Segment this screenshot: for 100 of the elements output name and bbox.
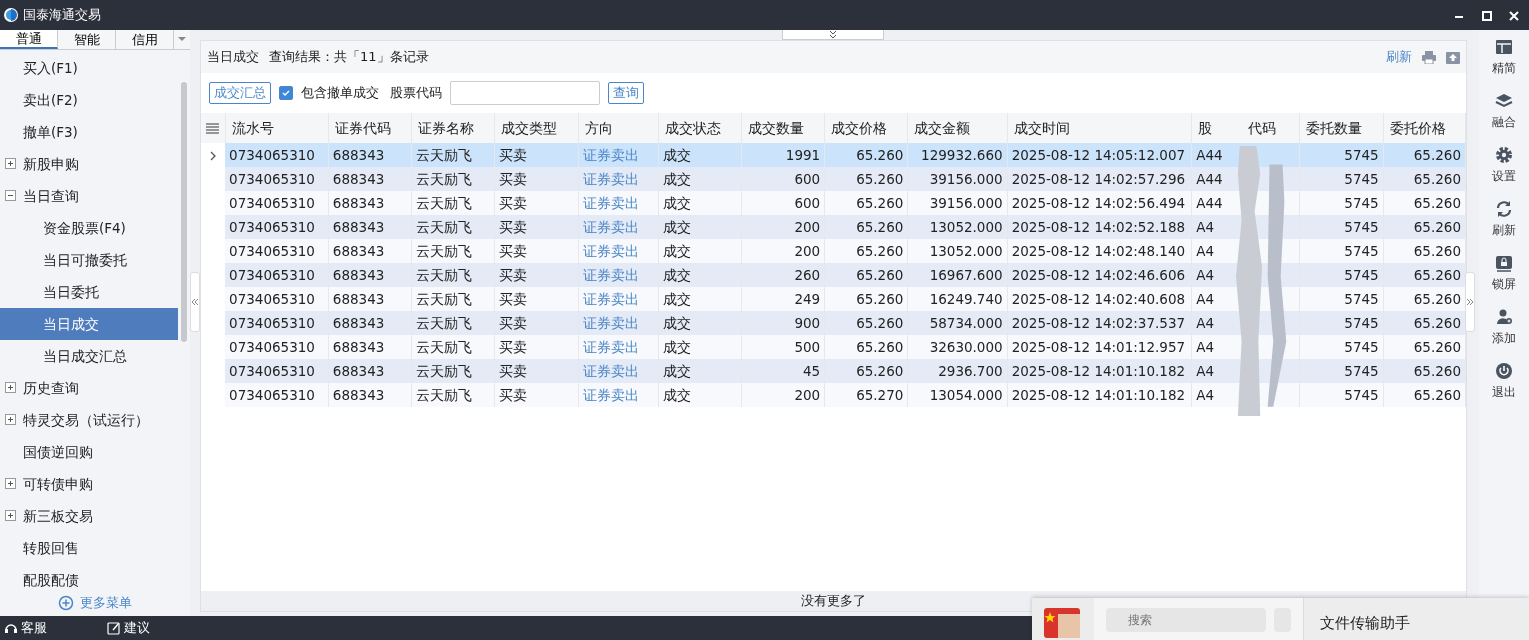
summary-button[interactable]: 成交汇总 — [209, 82, 271, 104]
menu-item[interactable]: 当日成交汇总 — [0, 340, 178, 372]
toolbar-button[interactable]: 设置 — [1492, 146, 1516, 196]
table-cell: 13052.000 — [929, 242, 1003, 259]
menu-item[interactable]: 新股申购 — [0, 148, 178, 180]
table-cell: 65.260 — [1413, 194, 1461, 211]
table-cell: 65.260 — [1413, 290, 1461, 307]
column-header: 委托价格 — [1389, 119, 1446, 136]
menu-item[interactable]: 配股配债 — [0, 564, 178, 590]
table-cell: A4 — [1196, 266, 1214, 283]
table-cell: 39156.000 — [929, 194, 1003, 211]
column-header: 证券代码 — [334, 119, 391, 136]
column-header: 代码 — [1248, 119, 1277, 136]
menu-item[interactable]: 当日成交 — [0, 308, 178, 340]
toolbar-button[interactable]: 添加 — [1492, 308, 1516, 358]
table-cell: 16967.600 — [929, 266, 1003, 283]
toolbar-button[interactable]: 融合 — [1492, 92, 1516, 142]
check-icon — [281, 88, 291, 98]
table-cell: 65.260 — [1413, 242, 1461, 259]
power-icon — [1495, 362, 1513, 380]
table-cell: 65.260 — [856, 194, 904, 211]
result-count: 查询结果：共「11」条记录 — [269, 48, 429, 67]
menu-item[interactable]: 可转债申购 — [0, 468, 178, 500]
table-cell: 0734065310 — [229, 194, 315, 211]
query-button[interactable]: 查询 — [608, 82, 645, 104]
menu-item[interactable]: 新三板交易 — [0, 500, 178, 532]
table-cell: 5745 — [1344, 314, 1379, 331]
table-cell: 成交 — [662, 314, 691, 331]
toolbar-button[interactable]: 刷新 — [1492, 200, 1516, 250]
table-cell: 65.260 — [1413, 218, 1461, 235]
table-row[interactable]: 0734065310 688343 云天励飞 买卖 证券卖出 成交 200 65.270 13054.000 2025-08-12 14:01:10.182 A4 5745 65.260 — [201, 383, 1466, 407]
table-cell: 成交 — [662, 386, 691, 403]
table-cell: 2025-08-12 14:02:40.608 — [1011, 290, 1186, 307]
table-cell: 云天励飞 — [416, 170, 473, 187]
table-cell: 688343 — [332, 290, 385, 307]
table-cell: 成交 — [662, 194, 691, 211]
dropdown-button[interactable] — [174, 30, 190, 49]
more-menu-link[interactable]: 更多菜单 — [80, 593, 132, 613]
table-cell: 600 — [794, 194, 821, 211]
expand-icon — [5, 382, 16, 393]
refresh-link[interactable]: 刷新 — [1386, 47, 1412, 67]
search-field[interactable]: 搜索 — [1106, 608, 1266, 632]
status-link[interactable]: 建议 — [107, 618, 150, 638]
menu-item[interactable]: 特灵交易（试运行） — [0, 404, 178, 436]
checkbox[interactable] — [279, 86, 293, 100]
collapse-right-handle[interactable] — [1465, 272, 1475, 332]
table-cell: 58734.000 — [929, 314, 1003, 331]
table-cell: 云天励飞 — [416, 386, 473, 403]
window-title: 国泰海通交易 — [22, 6, 101, 25]
table-row[interactable]: 0734065310 688343 云天励飞 买卖 证券卖出 成交 900 65.260 58734.000 2025-08-12 14:02:37.537 A4 5745 65.260 — [201, 311, 1466, 335]
menu-item[interactable]: 转股回售 — [0, 532, 178, 564]
sidebar-tab[interactable]: 智能 — [58, 30, 116, 49]
table-row[interactable]: 0734065310 688343 云天励飞 买卖 证券卖出 成交 200 65.260 13052.000 2025-08-12 14:02:52.188 A4 5745 65.260 — [201, 215, 1466, 239]
menu-item[interactable]: 历史查询 — [0, 372, 178, 404]
table-cell: 65.260 — [856, 290, 904, 307]
table-cell: A4 — [1196, 362, 1214, 379]
scrollbar-thumb[interactable] — [181, 82, 187, 342]
headset-icon — [4, 621, 18, 635]
toolbar-button[interactable]: 锁屏 — [1492, 254, 1516, 304]
status-link[interactable]: 客服 — [4, 618, 47, 638]
table-cell: 买卖 — [499, 194, 528, 211]
menu-item[interactable]: 资金股票(F4) — [0, 212, 178, 244]
table-row[interactable]: 0734065310 688343 云天励飞 买卖 证券卖出 成交 200 65.260 13052.000 2025-08-12 14:02:48.140 A4 5745 65.260 — [201, 239, 1466, 263]
menu-item[interactable]: 当日可撤委托 — [0, 244, 178, 276]
toolbar-button[interactable]: 精简 — [1492, 38, 1516, 88]
menu-item[interactable]: 国债逆回购 — [0, 436, 178, 468]
table-cell: 2025-08-12 14:01:10.182 — [1011, 386, 1186, 403]
table-cell: 成交 — [662, 290, 691, 307]
column-header: 成交类型 — [501, 119, 558, 136]
menu-item[interactable]: 撤单(F3) — [0, 116, 178, 148]
menu-item[interactable]: 卖出(F2) — [0, 84, 178, 116]
sidebar-tab[interactable]: 普通 — [0, 30, 58, 49]
table-cell: 成交 — [662, 266, 691, 283]
stock-code-field[interactable] — [450, 81, 601, 105]
menu-item[interactable]: 当日查询 — [0, 180, 178, 212]
table-row[interactable]: 0734065310 688343 云天励飞 买卖 证券卖出 成交 45 65.260 2936.700 2025-08-12 14:01:10.182 A4 5745 65.260 — [201, 359, 1466, 383]
table-cell: 2025-08-12 14:02:37.537 — [1011, 314, 1186, 331]
table-cell: A4 — [1196, 242, 1214, 259]
table-row[interactable]: 0734065310 688343 云天励飞 买卖 证券卖出 成交 249 65.260 16249.740 2025-08-12 14:02:40.608 A4 5745 65.260 — [201, 287, 1466, 311]
table-row[interactable]: 0734065310 688343 云天励飞 买卖 证券卖出 成交 600 65.260 39156.000 2025-08-12 14:02:57.296 A44 5745 65.260 — [201, 167, 1466, 191]
table-cell: 云天励飞 — [416, 338, 473, 355]
sidebar-tab[interactable]: 信用 — [116, 30, 174, 49]
table-cell: 32630.000 — [929, 338, 1003, 355]
add-circle-icon — [58, 595, 74, 611]
table-row[interactable]: 0734065310 688343 云天励飞 买卖 证券卖出 成交 500 65.260 32630.000 2025-08-12 14:01:12.957 A4 5745 65.260 — [201, 335, 1466, 359]
menu-item[interactable]: 当日委托 — [0, 276, 178, 308]
table-row[interactable]: 0734065310 688343 云天励飞 买卖 证券卖出 成交 260 65.260 16967.600 2025-08-12 14:02:46.606 A4 5745 65.260 — [201, 263, 1466, 287]
table-cell: 买卖 — [499, 266, 528, 283]
table-cell: 5745 — [1344, 170, 1379, 187]
table-cell: 0734065310 — [229, 386, 315, 403]
collapse-left-handle[interactable] — [190, 272, 200, 332]
table-cell: A4 — [1196, 218, 1214, 235]
toolbar-button[interactable]: 退出 — [1492, 362, 1516, 412]
table-cell: 买卖 — [499, 338, 528, 355]
menu-item[interactable]: 买入(F1) — [0, 52, 178, 84]
table-row[interactable]: 0734065310 688343 云天励飞 买卖 证券卖出 成交 600 65.260 39156.000 2025-08-12 14:02:56.494 A44 5745 65.260 — [201, 191, 1466, 215]
table-cell: 5745 — [1344, 362, 1379, 379]
collapse-handle[interactable] — [782, 30, 884, 40]
table-cell: 5745 — [1344, 194, 1379, 211]
table-row[interactable]: 0734065310 688343 云天励飞 买卖 证券卖出 成交 1991 65.260 129932.660 2025-08-12 14:05:12.007 A44 5745 65.260 — [201, 143, 1466, 167]
